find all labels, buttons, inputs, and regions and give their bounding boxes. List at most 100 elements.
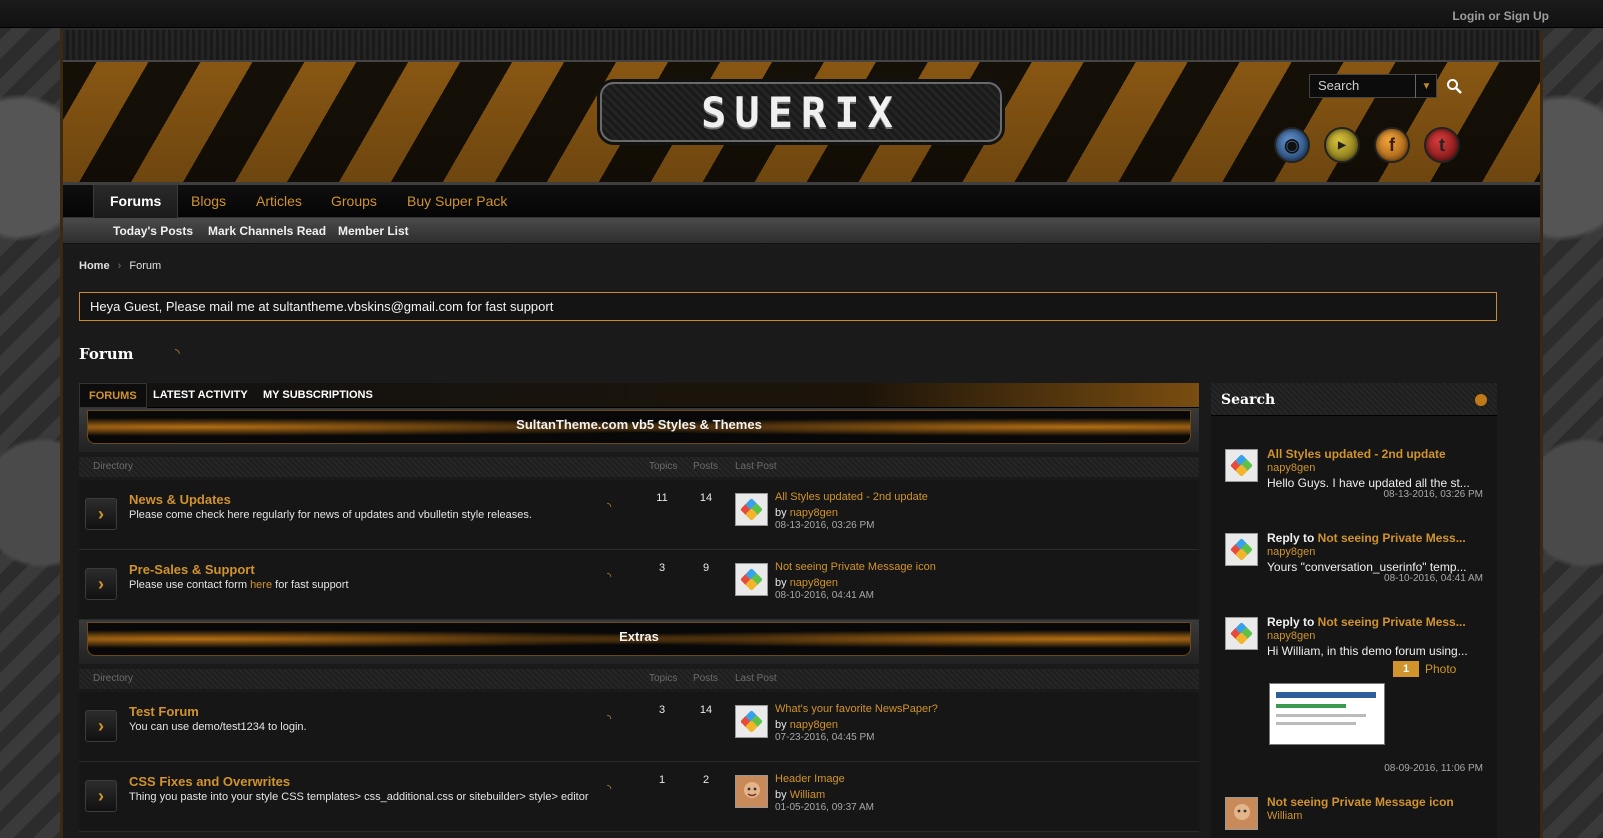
forum-title[interactable]: CSS Fixes and Overwrites: [129, 774, 290, 789]
forum-arrow-icon[interactable]: ›: [85, 780, 117, 812]
activity-title-link[interactable]: Not seeing Private Mess...: [1318, 531, 1466, 545]
activity-text: Hi William, in this demo forum using...: [1267, 644, 1468, 658]
forum-description-pre: Please use contact form: [129, 579, 251, 591]
subnav-mark-channels-read[interactable]: Mark Channels Read: [208, 224, 326, 238]
last-post-user[interactable]: napy8gen: [790, 507, 838, 519]
avatar[interactable]: [1225, 449, 1258, 482]
activity-user[interactable]: William: [1267, 810, 1302, 822]
sidebar-header: Search: [1211, 383, 1497, 416]
forum-description: You can use demo/test1234 to login.: [129, 721, 307, 733]
breadcrumb: Home › Forum: [79, 260, 161, 272]
activity-user[interactable]: napy8gen: [1267, 630, 1315, 642]
avatar[interactable]: [1225, 617, 1258, 650]
forum-row: › Test Forum You can use demo/test1234 t…: [79, 692, 1199, 762]
nav-groups[interactable]: Groups: [331, 185, 377, 218]
forum-title[interactable]: Test Forum: [129, 704, 199, 719]
login-signup-link[interactable]: Login or Sign Up: [1452, 9, 1549, 23]
activity-title[interactable]: Not seeing Private Message icon: [1267, 795, 1454, 809]
last-post-title[interactable]: What's your favorite NewsPaper?: [775, 703, 938, 715]
subnav-member-list[interactable]: Member List: [338, 224, 409, 238]
activity-user[interactable]: napy8gen: [1267, 546, 1315, 558]
twitter-icon[interactable]: t: [1424, 127, 1460, 163]
avatar-logo-icon: [739, 709, 763, 733]
collapse-icon[interactable]: [1475, 394, 1487, 406]
activity-user[interactable]: napy8gen: [1267, 462, 1315, 474]
rss-icon[interactable]: ◝: [607, 712, 611, 725]
last-post-title[interactable]: Not seeing Private Message icon: [775, 561, 936, 573]
avatar-logo-icon: [1229, 537, 1253, 561]
col-directory: Directory: [93, 673, 134, 684]
forum-description: Please come check here regularly for new…: [129, 509, 532, 521]
activity-prefix: Reply to: [1267, 615, 1318, 629]
activity-title[interactable]: Reply to Not seeing Private Mess...: [1267, 531, 1466, 545]
rss-icon[interactable]: ◉: [1274, 127, 1310, 163]
category-header[interactable]: SultanTheme.com vb5 Styles & Themes: [79, 408, 1199, 452]
activity-title[interactable]: All Styles updated - 2nd update: [1267, 447, 1446, 461]
topic-count: 3: [658, 562, 666, 574]
avatar[interactable]: [735, 705, 768, 738]
nav-articles[interactable]: Articles: [256, 185, 302, 218]
search-options-dropdown[interactable]: ▼: [1415, 74, 1437, 98]
tab-my-subscriptions[interactable]: MY SUBSCRIPTIONS: [263, 383, 373, 408]
activity-title-link[interactable]: All Styles updated - 2nd update: [1267, 447, 1446, 461]
breadcrumb-home[interactable]: Home: [79, 260, 110, 272]
forum-arrow-icon[interactable]: ›: [85, 498, 117, 530]
activity-title[interactable]: Reply to Not seeing Private Mess...: [1267, 615, 1466, 629]
last-post-title[interactable]: All Styles updated - 2nd update: [775, 491, 928, 503]
col-topics: Topics: [649, 673, 678, 684]
last-post-by: by napy8gen: [775, 719, 838, 731]
last-post-user[interactable]: napy8gen: [790, 719, 838, 731]
activity-title-link[interactable]: Not seeing Private Mess...: [1318, 615, 1466, 629]
nav-buy-super-pack[interactable]: Buy Super Pack: [407, 185, 507, 218]
col-last-post: Last Post: [735, 673, 777, 684]
last-post-date: 08-13-2016, 03:26 PM: [775, 520, 875, 531]
activity-title-link[interactable]: Not seeing Private Message icon: [1267, 795, 1454, 809]
activity-date: 08-13-2016, 03:26 PM: [1383, 489, 1483, 500]
notice-banner: Heya Guest, Please mail me at sultanthem…: [79, 292, 1497, 321]
nav-forums[interactable]: Forums: [93, 185, 179, 218]
last-post-date: 07-23-2016, 04:45 PM: [775, 732, 875, 743]
forum-description-post: for fast support: [272, 579, 349, 591]
facebook-icon[interactable]: f: [1374, 127, 1410, 163]
avatar[interactable]: [735, 563, 768, 596]
avatar[interactable]: [735, 775, 768, 808]
breadcrumb-separator-icon: ›: [117, 260, 122, 272]
last-post-title[interactable]: Header Image: [775, 773, 845, 785]
last-post-user[interactable]: William: [790, 789, 825, 801]
tab-bar: FORUMS LATEST ACTIVITY MY SUBSCRIPTIONS: [79, 383, 1199, 408]
youtube-icon[interactable]: ▶: [1324, 127, 1360, 163]
rss-icon[interactable]: ◝: [607, 500, 611, 513]
forum-row: › News & Updates Please come check here …: [79, 480, 1199, 550]
last-post-date: 01-05-2016, 09:37 AM: [775, 802, 874, 813]
avatar[interactable]: [1225, 797, 1258, 830]
background-right: [1543, 0, 1603, 838]
tab-forums[interactable]: FORUMS: [79, 383, 147, 408]
last-post-by: by napy8gen: [775, 577, 838, 589]
avatar[interactable]: [1225, 533, 1258, 566]
avatar[interactable]: [735, 493, 768, 526]
forum-title[interactable]: Pre-Sales & Support: [129, 562, 255, 577]
rss-icon[interactable]: ◝: [175, 346, 180, 360]
last-post-by: by napy8gen: [775, 507, 838, 519]
forum-arrow-icon[interactable]: ›: [85, 568, 117, 600]
photo-thumbnail[interactable]: [1269, 683, 1385, 745]
last-post-user[interactable]: napy8gen: [790, 577, 838, 589]
tab-latest-activity[interactable]: LATEST ACTIVITY: [153, 383, 248, 408]
photo-label[interactable]: Photo: [1425, 662, 1456, 676]
avatar-logo-icon: [1229, 453, 1253, 477]
rss-icon[interactable]: ◝: [607, 570, 611, 583]
nav-blogs[interactable]: Blogs: [191, 185, 226, 218]
forum-panel: FORUMS LATEST ACTIVITY MY SUBSCRIPTIONS …: [79, 383, 1199, 838]
search-button[interactable]: [1441, 74, 1467, 98]
category-header[interactable]: Extras: [79, 620, 1199, 664]
by-label: by: [775, 789, 787, 801]
post-count: 14: [699, 704, 713, 716]
site-logo[interactable]: SUERIX: [600, 82, 1002, 142]
col-last-post: Last Post: [735, 461, 777, 472]
forum-arrow-icon[interactable]: ›: [85, 710, 117, 742]
forum-title[interactable]: News & Updates: [129, 492, 231, 507]
rss-icon[interactable]: ◝: [607, 782, 611, 795]
contact-form-link[interactable]: here: [250, 579, 272, 591]
subnav-todays-posts[interactable]: Today's Posts: [113, 224, 193, 238]
category-title: SultanTheme.com vb5 Styles & Themes: [87, 410, 1191, 444]
